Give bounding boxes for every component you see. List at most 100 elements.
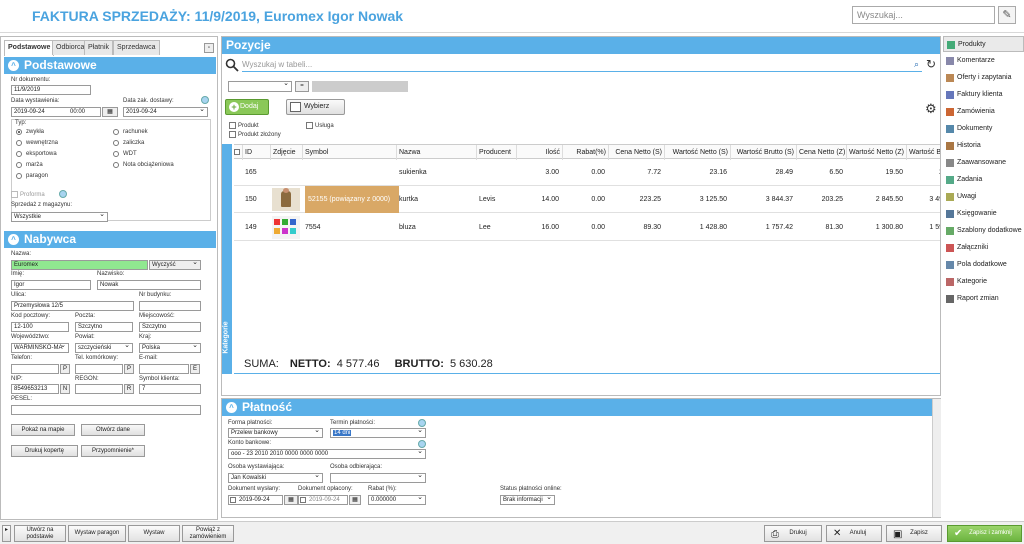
- email-button[interactable]: E: [190, 364, 200, 374]
- add-button[interactable]: + Dodaj: [225, 99, 269, 115]
- side-menu-item[interactable]: Pola dodatkowe: [943, 257, 1024, 273]
- nazwisko-input[interactable]: Nowak: [97, 280, 201, 290]
- save-close-button[interactable]: ✔ Zapisz i zamknij: [947, 525, 1022, 542]
- dok-oplacony-input[interactable]: 2019-09-24: [298, 495, 348, 505]
- column-header[interactable]: Rabat(%): [562, 145, 608, 160]
- kod-input[interactable]: 12-100: [11, 322, 69, 332]
- filter-produkt-checkbox[interactable]: [229, 122, 236, 129]
- proforma-checkbox[interactable]: [11, 191, 18, 198]
- side-menu-item[interactable]: Uwagi: [943, 189, 1024, 205]
- payment-header[interactable]: ^ Płatność: [222, 399, 932, 416]
- refresh-icon[interactable]: ↻: [926, 57, 936, 71]
- side-menu-item[interactable]: Historia: [943, 138, 1024, 154]
- konto-select[interactable]: ooo - 23 2010 2010 0000 0000 0000: [228, 449, 426, 459]
- issue-button[interactable]: Wystaw: [128, 525, 180, 542]
- imie-input[interactable]: Igor: [11, 280, 91, 290]
- open-data-button[interactable]: Otwórz dane: [81, 424, 145, 436]
- column-header[interactable]: Cena Netto (Z): [796, 145, 846, 160]
- calendar-icon[interactable]: ▦: [349, 495, 361, 505]
- bottom-menu-button[interactable]: ▸: [2, 525, 11, 542]
- pesel-input[interactable]: [11, 405, 201, 415]
- regon-input[interactable]: [75, 384, 123, 394]
- wyczysc-button[interactable]: Wyczyść: [149, 260, 201, 270]
- column-header[interactable]: Producent: [476, 145, 516, 160]
- type-radio[interactable]: [16, 162, 22, 168]
- column-header[interactable]: Wartość Bru: [906, 145, 940, 160]
- table-row[interactable]: 149 7554 bluza Lee 16.00 0.00 89.30 1 428.80 1 7…: [234, 214, 940, 241]
- save-button[interactable]: ▣ Zapisz: [886, 525, 942, 542]
- filter-usluga-checkbox[interactable]: [306, 122, 313, 129]
- filter-equals-button[interactable]: =: [295, 81, 309, 92]
- side-menu-item[interactable]: Zadania: [943, 172, 1024, 188]
- tab-sprzedawca[interactable]: Sprzedawca: [113, 40, 160, 55]
- settings-gear-icon[interactable]: ⚙: [925, 101, 937, 117]
- print-button[interactable]: ⎙ Drukuj: [764, 525, 822, 542]
- side-menu-item[interactable]: Księgowanie: [943, 206, 1024, 222]
- tab-platnik[interactable]: Płatnik: [84, 40, 114, 55]
- woj-select[interactable]: WARMIŃSKO-MA: [11, 343, 69, 353]
- column-header[interactable]: Zdjęcie: [270, 145, 302, 160]
- side-menu-item[interactable]: Faktury klienta: [943, 87, 1024, 103]
- calendar-icon[interactable]: ▦: [102, 107, 118, 117]
- search-small-icon[interactable]: ⌕: [914, 59, 919, 70]
- side-menu-item[interactable]: Oferty i zapytania: [943, 70, 1024, 86]
- side-menu-item[interactable]: Dokumenty: [943, 121, 1024, 137]
- global-search-input[interactable]: Wyszukaj...: [852, 6, 995, 24]
- show-map-button[interactable]: Pokaż na mapie: [11, 424, 75, 436]
- rabat-input[interactable]: 0.000000: [368, 495, 426, 505]
- select-all-checkbox[interactable]: [234, 149, 240, 155]
- tab-podstawowe[interactable]: Podstawowe: [4, 40, 55, 56]
- calendar-icon[interactable]: ▦: [284, 495, 298, 505]
- type-radio[interactable]: [16, 140, 22, 146]
- powiat-select[interactable]: szczycieński: [75, 343, 133, 353]
- table-search-input[interactable]: Wyszukaj w tabeli...: [242, 58, 922, 72]
- column-header[interactable]: Wartość Brutto (S): [730, 145, 796, 160]
- edit-search-icon[interactable]: ✎: [998, 6, 1016, 24]
- data-dost-input[interactable]: 2019-09-24: [123, 107, 208, 117]
- wyst-select[interactable]: Jan Kowalski: [228, 473, 323, 483]
- type-radio[interactable]: [16, 151, 22, 157]
- side-menu-item[interactable]: Szablony dodatkowe: [943, 223, 1024, 239]
- dok-wyslany-input[interactable]: 2019-09-24: [228, 495, 283, 505]
- dok-oplacony-checkbox[interactable]: [300, 497, 306, 503]
- data-wyst-input[interactable]: 2019-09-24 00:00: [11, 107, 101, 117]
- print-envelope-button[interactable]: Drukuj kopertę: [11, 445, 78, 457]
- table-row[interactable]: 165 sukienka 3.00 0.00 7.72 23.16 28.49 6.50 19.…: [234, 159, 940, 186]
- poczta-input[interactable]: Szczytno: [75, 322, 133, 332]
- column-header[interactable]: Wartość Netto (Z): [846, 145, 906, 160]
- nrbud-input[interactable]: [139, 301, 201, 311]
- kraj-select[interactable]: Polska: [139, 343, 201, 353]
- type-radio[interactable]: [16, 173, 22, 179]
- telkom-input[interactable]: [75, 364, 123, 374]
- miejsc-input[interactable]: Szczytno: [139, 322, 201, 332]
- tel-phone-button[interactable]: P: [60, 364, 70, 374]
- link-order-button[interactable]: Powiąż z zamówieniem: [182, 525, 234, 542]
- side-menu-item[interactable]: Raport zmian: [943, 291, 1024, 307]
- nip-input[interactable]: 8549653213: [11, 384, 59, 394]
- issue-receipt-button[interactable]: Wystaw paragon: [68, 525, 126, 542]
- type-radio[interactable]: [16, 129, 22, 135]
- column-header[interactable]: Wartość Netto (S): [664, 145, 730, 160]
- forma-select[interactable]: Przelew bankowy: [228, 428, 323, 438]
- filter-select[interactable]: [228, 81, 292, 92]
- ulica-input[interactable]: Przemysłowa 12/5: [11, 301, 134, 311]
- type-radio[interactable]: [113, 140, 119, 146]
- nr-input[interactable]: 11/9/2019: [11, 85, 91, 95]
- side-menu-item[interactable]: Komentarze: [943, 53, 1024, 69]
- type-radio[interactable]: [113, 129, 119, 135]
- nazwa-input[interactable]: Euromex: [11, 260, 148, 270]
- section-buyer-header[interactable]: ^ Nabywca: [4, 231, 216, 248]
- telkom-phone-button[interactable]: P: [124, 364, 134, 374]
- odb-select[interactable]: [330, 473, 426, 483]
- nip-button[interactable]: N: [60, 384, 70, 394]
- column-header[interactable]: Symbol: [302, 145, 396, 160]
- reminder-button[interactable]: Przypomnienie*: [81, 445, 145, 457]
- magazyn-select[interactable]: Wszystkie: [11, 212, 108, 222]
- type-radio[interactable]: [113, 162, 119, 168]
- side-menu-item[interactable]: Załączniki: [943, 240, 1024, 256]
- side-menu-item[interactable]: Zaawansowane: [943, 155, 1024, 171]
- side-menu-item[interactable]: Produkty: [943, 36, 1024, 52]
- regon-button[interactable]: R: [124, 384, 134, 394]
- column-header[interactable]: Ilość: [516, 145, 562, 160]
- email-input[interactable]: [139, 364, 189, 374]
